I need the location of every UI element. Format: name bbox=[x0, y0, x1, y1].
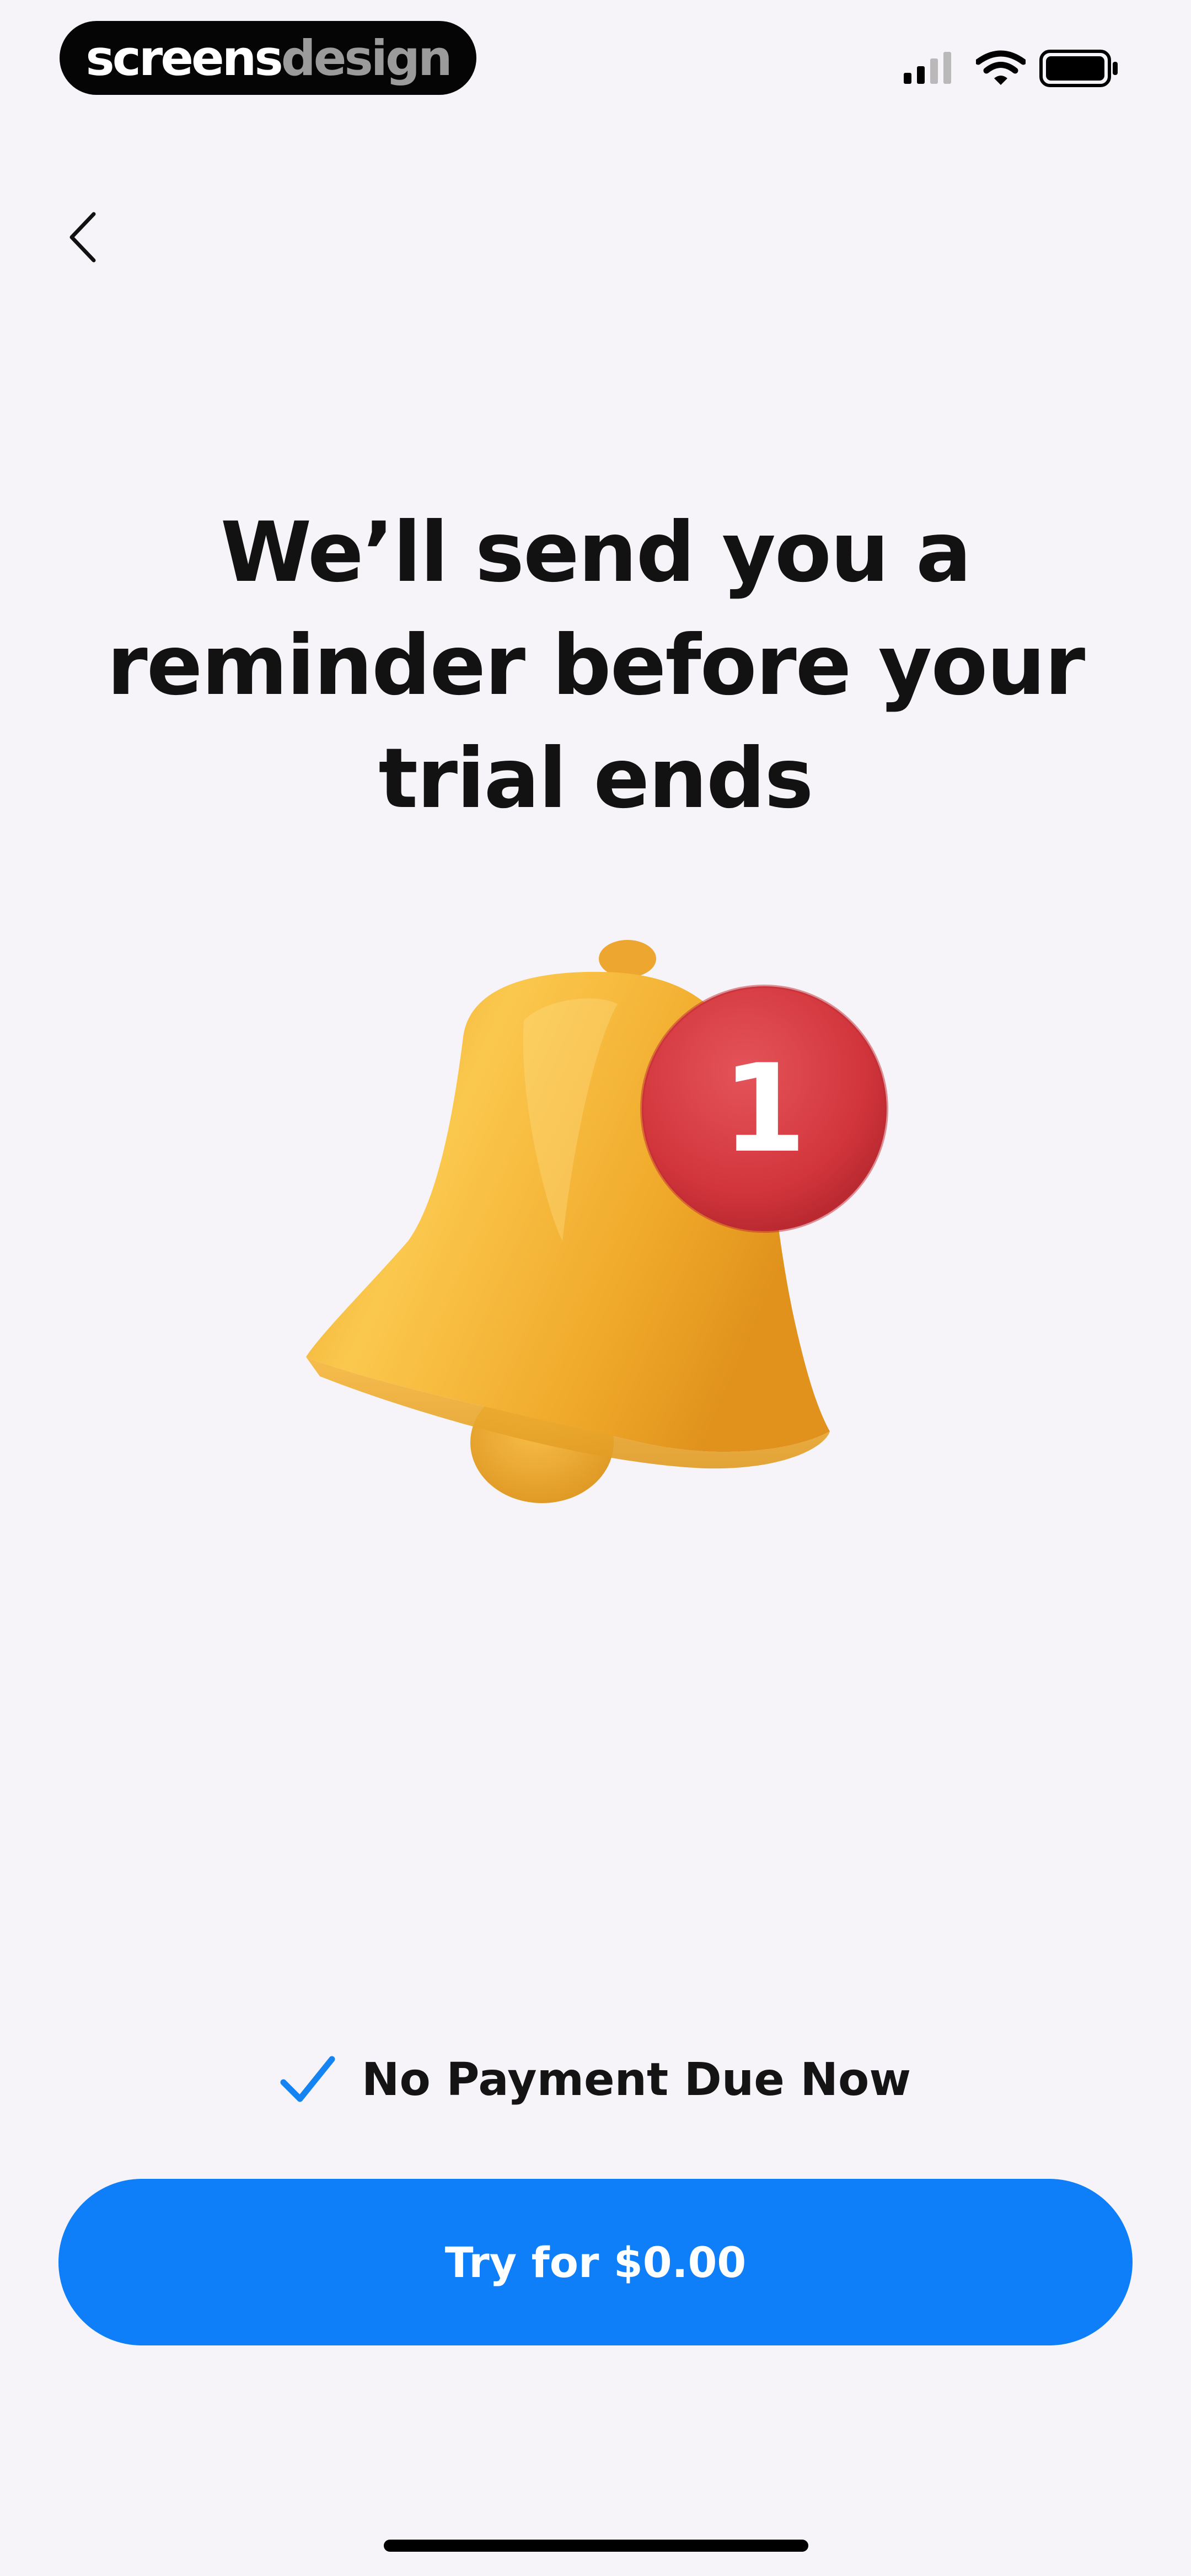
wifi-icon bbox=[976, 50, 1026, 85]
brand-logo-part-1: screens bbox=[85, 29, 283, 87]
brand-logo: screens design bbox=[60, 21, 476, 95]
status-bar bbox=[899, 44, 1119, 88]
checkmark-icon bbox=[280, 2056, 335, 2102]
no-payment-notice: No Payment Due Now bbox=[0, 2046, 1191, 2113]
no-payment-text: No Payment Due Now bbox=[361, 2053, 911, 2106]
home-indicator[interactable] bbox=[384, 2540, 808, 2552]
brand-logo-part-2: design bbox=[281, 29, 453, 87]
back-button[interactable] bbox=[55, 204, 110, 270]
title-line-2: reminder before your bbox=[106, 618, 1085, 714]
title-line-3: trial ends bbox=[378, 731, 813, 827]
try-free-button[interactable]: Try for $0.00 bbox=[58, 2179, 1133, 2345]
page-title: We’ll send you a reminder before your tr… bbox=[88, 496, 1103, 836]
cellular-signal-icon bbox=[904, 52, 951, 84]
notification-count-badge: 1 bbox=[722, 1038, 807, 1179]
title-line-1: We’ll send you a bbox=[220, 505, 972, 601]
battery-icon bbox=[1039, 50, 1118, 87]
chevron-left-icon bbox=[69, 212, 96, 263]
